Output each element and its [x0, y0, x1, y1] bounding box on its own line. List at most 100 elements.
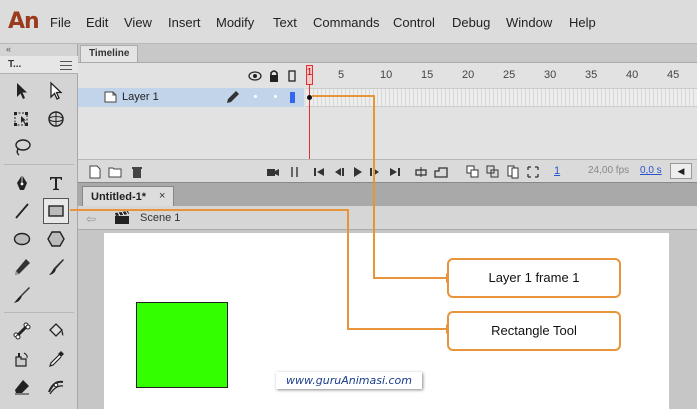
line-icon: [15, 203, 29, 219]
line-tool[interactable]: [9, 198, 35, 224]
width-tool[interactable]: [43, 374, 69, 400]
polystar-tool[interactable]: [43, 226, 69, 252]
callout-rectangle-tool: Rectangle Tool: [447, 311, 621, 351]
pen-tool[interactable]: [9, 170, 35, 196]
bone-icon: [13, 322, 31, 340]
menu-window[interactable]: Window: [506, 15, 552, 30]
edit-bar: ⇦ Scene 1: [78, 206, 697, 230]
menu-text[interactable]: Text: [273, 15, 297, 30]
frame-number: 40: [626, 69, 639, 81]
menu-control[interactable]: Control: [393, 15, 435, 30]
tools-panel: « T...: [0, 44, 78, 409]
selection-tool[interactable]: [9, 78, 35, 104]
bone-tool[interactable]: [9, 318, 35, 344]
frame-number: 5: [338, 69, 345, 81]
frame-number: 30: [544, 69, 557, 81]
document-tabbar: Untitled-1* ×: [78, 182, 697, 207]
paint-brush-icon: [49, 259, 64, 275]
paint-brush-tool[interactable]: [43, 254, 69, 280]
menu-commands[interactable]: Commands: [313, 15, 379, 30]
current-frame[interactable]: 1: [554, 165, 560, 177]
playhead-frame-number: 1: [306, 67, 313, 78]
first-frame-icon[interactable]: [312, 165, 326, 179]
modify-markers-icon[interactable]: [526, 165, 540, 179]
pencil-tool[interactable]: [9, 254, 35, 280]
menu-insert[interactable]: Insert: [168, 15, 201, 30]
edit-multiple-frames-icon[interactable]: [506, 165, 520, 179]
play-icon[interactable]: [350, 165, 364, 179]
green-rectangle-shape[interactable]: [136, 302, 228, 388]
scroll-left-button[interactable]: ◀: [670, 163, 692, 179]
loop-icon[interactable]: [414, 165, 428, 179]
watermark: www.guruAnimasi.com: [276, 372, 422, 389]
last-frame-icon[interactable]: [388, 165, 402, 179]
menu-edit[interactable]: Edit: [86, 15, 108, 30]
eraser-tool[interactable]: [9, 374, 35, 400]
camera-icon[interactable]: [266, 165, 280, 179]
app-logo: An: [8, 9, 40, 34]
timeline-panel: Layer 1 5 10 15 20 25 30 35 40 45 1 1 24…: [78, 62, 697, 183]
lock-dot[interactable]: [274, 95, 277, 98]
step-forward-icon[interactable]: [368, 165, 382, 179]
text-tool[interactable]: [43, 170, 69, 196]
eyedropper-icon: [49, 351, 64, 367]
pen-icon: [17, 175, 27, 190]
ink-bottle-tool[interactable]: [9, 346, 35, 372]
trash-icon[interactable]: [130, 165, 144, 179]
outline-icon[interactable]: [288, 69, 296, 83]
rectangle-icon: [48, 205, 64, 217]
menu-file[interactable]: File: [50, 15, 71, 30]
callout-layer-frame: Layer 1 frame 1: [447, 258, 621, 298]
back-arrow-icon[interactable]: ⇦: [86, 212, 96, 226]
frame-rate[interactable]: 24,00 fps: [588, 165, 629, 176]
lock-icon[interactable]: [268, 69, 280, 83]
3d-rotate-icon: [48, 111, 64, 127]
tab-timeline[interactable]: Timeline: [80, 45, 139, 62]
layer-row[interactable]: Layer 1: [78, 88, 304, 107]
oval-icon: [13, 232, 31, 246]
lasso-tool[interactable]: [9, 134, 35, 160]
brush-tool[interactable]: [9, 282, 35, 308]
elapsed-time[interactable]: 0,0 s: [640, 165, 662, 176]
menu-modify[interactable]: Modify: [216, 15, 254, 30]
panel-menu-icon[interactable]: [58, 58, 74, 72]
tools-panel-title: T...: [8, 59, 22, 70]
layer-name[interactable]: Layer 1: [122, 91, 159, 103]
collapse-panel-button[interactable]: «: [6, 44, 11, 54]
close-tab-button[interactable]: ×: [159, 190, 165, 202]
eraser-icon: [15, 380, 29, 395]
width-icon: [48, 380, 64, 395]
oval-tool[interactable]: [9, 226, 35, 252]
frame-area[interactable]: 5 10 15 20 25 30 35 40 45 1: [306, 63, 697, 183]
timeline-controls: 1 24,00 fps 0,0 s ◀: [78, 159, 697, 183]
eyedropper-tool[interactable]: [43, 346, 69, 372]
tools-panel-header: T...: [0, 56, 78, 74]
visibility-dot[interactable]: [254, 95, 257, 98]
ink-bottle-icon: [15, 352, 28, 367]
layer-outline-color[interactable]: [290, 92, 295, 103]
brush-icon: [14, 287, 30, 303]
menu-help[interactable]: Help: [569, 15, 596, 30]
pause-bars-icon[interactable]: [288, 165, 302, 179]
paint-bucket-tool[interactable]: [43, 318, 69, 344]
onion-outline-icon[interactable]: [486, 165, 500, 179]
rectangle-tool[interactable]: [43, 198, 69, 224]
new-layer-icon[interactable]: [88, 165, 102, 179]
subselection-tool[interactable]: [43, 78, 69, 104]
eye-icon[interactable]: [248, 69, 262, 83]
frame-number: 10: [380, 69, 393, 81]
folder-icon[interactable]: [108, 165, 122, 179]
center-frame-icon[interactable]: [434, 165, 448, 179]
step-back-icon[interactable]: [332, 165, 346, 179]
menu-view[interactable]: View: [124, 15, 152, 30]
tab-untitled-1[interactable]: Untitled-1* ×: [82, 186, 174, 207]
onion-skin-icon[interactable]: [466, 165, 480, 179]
free-transform-tool[interactable]: [9, 106, 35, 132]
scene-name[interactable]: Scene 1: [140, 212, 180, 224]
3d-rotation-tool[interactable]: [43, 106, 69, 132]
layer-frames[interactable]: [306, 88, 697, 107]
transform-icon: [14, 112, 28, 126]
menu-debug[interactable]: Debug: [452, 15, 490, 30]
layer-page-icon: [104, 91, 117, 103]
keyframe-marker[interactable]: [307, 95, 312, 100]
